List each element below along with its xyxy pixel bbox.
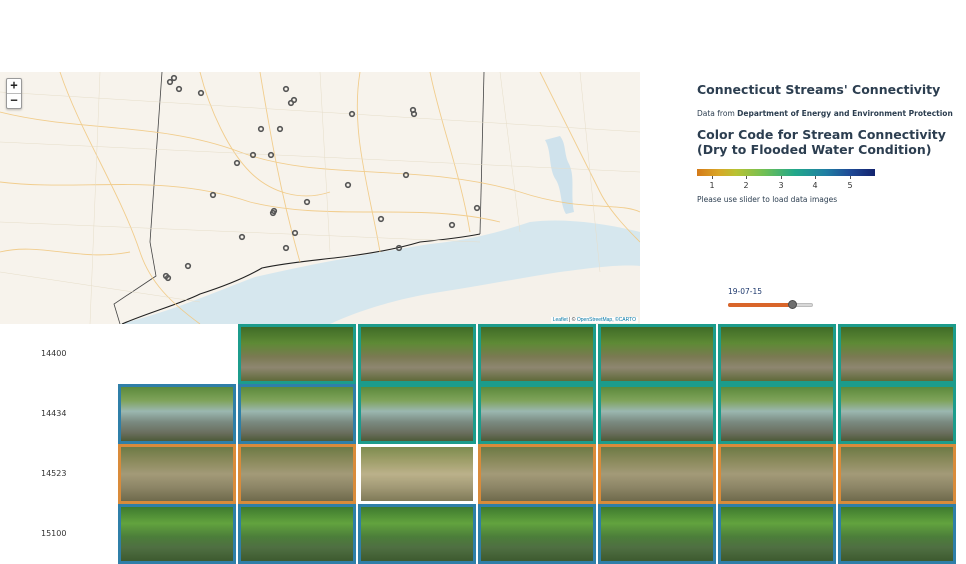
stream-photo [361,447,473,501]
stream-photo [361,507,473,561]
site-photo-thumbnail[interactable] [718,384,836,444]
carto-link[interactable]: , ©CARTO [612,317,636,323]
stream-photo [601,387,713,441]
stream-photo [841,447,953,501]
legend-tick-label: 4 [812,181,818,190]
site-photo-thumbnail[interactable] [838,384,956,444]
map-tiles[interactable] [0,72,640,324]
site-photo-thumbnail[interactable] [598,324,716,384]
state-border-west [113,72,163,324]
site-photo-thumbnail[interactable] [118,504,236,564]
state-border-east [479,72,485,235]
legend-tick-mark [712,176,713,179]
site-photo-thumbnail[interactable] [838,504,956,564]
slider-value: 19-07-15 [728,287,763,296]
data-source-prefix: Data from [697,109,738,118]
data-source: Data from Department of Energy and Envir… [697,109,963,118]
site-photo-thumbnail[interactable] [358,504,476,564]
site-photo-thumbnail[interactable] [478,384,596,444]
stream-photo [241,327,353,381]
color-scale-bar [697,169,875,176]
map-attribution: Leaflet | © OpenStreetMap, ©CARTO [550,317,638,323]
stream-photo [481,387,593,441]
site-photo-thumbnail[interactable] [118,444,236,504]
stream-photo [481,327,593,381]
site-photo-thumbnail[interactable] [238,504,356,564]
site-id-label: 14523 [41,469,67,478]
map[interactable]: + − Leaflet | © OpenStreetMap, ©CARTO [0,72,640,324]
site-photo-thumbnail[interactable] [358,444,476,504]
attribution-separator: | © [567,317,577,323]
page-title: Connecticut Streams' Connectivity [697,82,941,97]
slider-fill [728,303,792,307]
site-photo-thumbnail[interactable] [238,444,356,504]
site-photo-thumbnail[interactable] [358,324,476,384]
zoom-out-button[interactable]: − [7,93,21,108]
legend-tick-label: 5 [847,181,853,190]
color-scale-ticks: 1 2 3 4 5 [697,176,875,190]
stream-photo [241,507,353,561]
stream-photo [481,507,593,561]
date-slider[interactable]: 19-07-15 [728,287,818,311]
site-id-label: 14434 [41,409,67,418]
stream-photo [241,387,353,441]
zoom-control: + − [6,78,22,109]
zoom-in-button[interactable]: + [7,79,21,93]
stream-photo [721,447,833,501]
legend-tick-mark [746,176,747,179]
legend-tick-label: 2 [743,181,749,190]
stream-photo [601,327,713,381]
slider-hint: Please use slider to load data images [697,195,838,204]
data-source-org: Department of Energy and Environment Pro… [737,109,953,118]
stream-photo [601,447,713,501]
legend-tick-label: 3 [778,181,784,190]
stream-photo [721,387,833,441]
site-photo-thumbnail[interactable] [238,384,356,444]
site-photo-thumbnail[interactable] [598,444,716,504]
site-photo-thumbnail[interactable] [838,444,956,504]
stream-photo [841,387,953,441]
stream-photo [121,447,233,501]
site-photo-thumbnail[interactable] [238,324,356,384]
stream-photo [721,327,833,381]
stream-photo [121,507,233,561]
stream-photo [841,507,953,561]
site-photo-thumbnail[interactable] [838,324,956,384]
site-photo-thumbnail[interactable] [718,324,836,384]
site-photo-thumbnail[interactable] [478,324,596,384]
slider-handle[interactable] [788,300,797,309]
legend-tick-mark [815,176,816,179]
site-id-label: 15100 [41,529,67,538]
site-photo-thumbnail[interactable] [118,384,236,444]
legend-tick-label: 1 [709,181,715,190]
info-panel: Connecticut Streams' Connectivity Data f… [697,82,963,204]
site-photo-thumbnail[interactable] [598,504,716,564]
stream-photo [721,507,833,561]
site-id-label: 14400 [41,349,67,358]
stream-photo [361,387,473,441]
osm-link[interactable]: OpenStreetMap [577,317,612,323]
stream-photo [361,327,473,381]
site-photo-thumbnail[interactable] [478,444,596,504]
site-photo-thumbnail[interactable] [718,444,836,504]
site-photo-thumbnail[interactable] [598,384,716,444]
stream-photo [481,447,593,501]
stream-photo [601,507,713,561]
stream-photo [121,387,233,441]
stream-photo [241,447,353,501]
legend-tick-mark [850,176,851,179]
leaflet-link[interactable]: Leaflet [553,317,568,323]
legend-tick-mark [781,176,782,179]
site-photo-thumbnail[interactable] [718,504,836,564]
site-photo-thumbnail[interactable] [478,504,596,564]
stream-photo [841,327,953,381]
site-photo-thumbnail[interactable] [358,384,476,444]
legend-title: Color Code for Stream Connectivity (Dry … [697,127,946,157]
